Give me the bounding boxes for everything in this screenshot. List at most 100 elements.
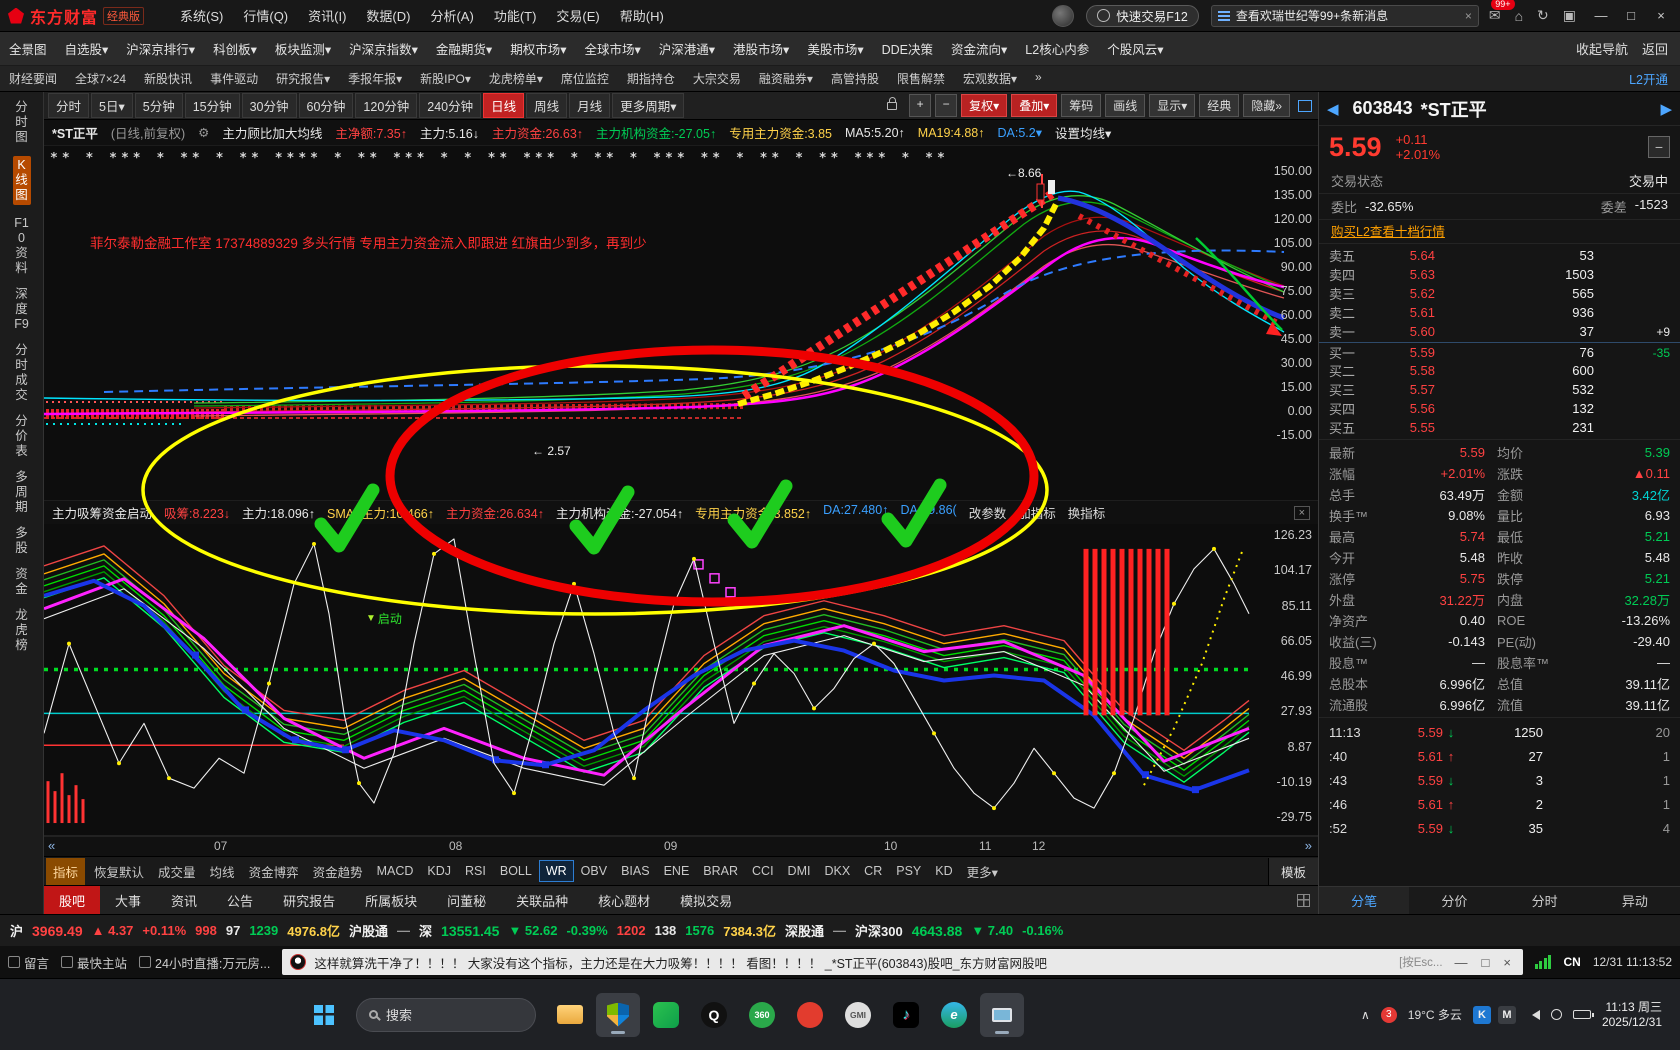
- order-row[interactable]: 卖二 5.61 936: [1319, 303, 1680, 322]
- index-field[interactable]: 1239: [249, 923, 278, 938]
- indicator-tab[interactable]: KDJ: [420, 860, 458, 882]
- l2-purchase-link[interactable]: 购买L2查看十档行情: [1319, 220, 1680, 244]
- tool-button[interactable]: 隐藏»: [1243, 94, 1290, 117]
- period-tab[interactable]: 月线: [569, 93, 611, 118]
- indicator-tab[interactable]: BRAR: [696, 860, 745, 882]
- indicator-tab[interactable]: 指标: [46, 857, 86, 885]
- tool-button[interactable]: 经典: [1199, 94, 1240, 117]
- subnav-item[interactable]: 新股IPO▾: [411, 70, 480, 87]
- sidebar-item[interactable]: F10资料: [13, 216, 31, 276]
- period-tab[interactable]: 日线: [483, 93, 525, 118]
- indicator-tab[interactable]: MACD: [370, 860, 421, 882]
- taskbar-app-icon[interactable]: 360: [740, 993, 784, 1037]
- tool-button[interactable]: 筹码: [1061, 94, 1102, 117]
- window-control-button[interactable]: —: [1586, 8, 1616, 23]
- indicator-tab[interactable]: WR: [538, 860, 574, 882]
- nav-item[interactable]: DDE决策: [873, 39, 942, 58]
- taskbar-search[interactable]: 搜索: [356, 997, 536, 1032]
- nav-item[interactable]: 全球市场▾: [575, 39, 649, 58]
- nav-right-link[interactable]: 返回: [1642, 39, 1668, 58]
- search-close-icon[interactable]: ×: [1465, 9, 1472, 23]
- subnav-item[interactable]: 限售解禁: [888, 70, 954, 87]
- tray-app-icon[interactable]: K: [1472, 1005, 1491, 1024]
- index-field[interactable]: 1202: [617, 923, 646, 938]
- sidebar-item[interactable]: 多股: [13, 526, 31, 556]
- taskbar-app-icon[interactable]: [548, 993, 592, 1037]
- order-row[interactable]: 卖四 5.63 1503: [1319, 265, 1680, 284]
- index-field[interactable]: —: [833, 923, 846, 938]
- tool-button[interactable]: 叠加▾: [1011, 94, 1058, 117]
- order-row[interactable]: 卖一 5.60 37 +9: [1319, 322, 1680, 341]
- order-row[interactable]: 卖五 5.64 53: [1319, 246, 1680, 265]
- index-field[interactable]: 4976.8亿: [287, 921, 340, 940]
- period-tab[interactable]: 更多周期▾: [612, 93, 685, 118]
- subnav-item[interactable]: 龙虎榜单▾: [480, 70, 552, 87]
- nav-item[interactable]: 沪深京排行▾: [117, 39, 204, 58]
- period-tab[interactable]: 15分钟: [184, 93, 240, 118]
- refresh-icon[interactable]: ↻: [1537, 7, 1549, 24]
- indicator-tab[interactable]: DMI: [781, 860, 818, 882]
- assistant-icon[interactable]: [1052, 4, 1075, 27]
- sidebar-item[interactable]: 龙虎榜: [13, 608, 31, 653]
- mail-icon[interactable]: ✉ 99+: [1489, 0, 1515, 24]
- index-field[interactable]: 沪: [10, 921, 23, 940]
- nav-item[interactable]: 全景图: [0, 39, 56, 58]
- index-field[interactable]: -0.16%: [1022, 923, 1063, 938]
- l2-open-link[interactable]: L2开通: [1629, 69, 1680, 88]
- indicator-tab[interactable]: BOLL: [493, 860, 539, 882]
- index-field[interactable]: ▼ 7.40: [971, 923, 1013, 938]
- order-row[interactable]: 卖三 5.62 565: [1319, 284, 1680, 303]
- index-field[interactable]: 4643.88: [912, 923, 963, 939]
- sidebar-item[interactable]: 多周期: [13, 470, 31, 515]
- tool-button[interactable]: 画线: [1105, 94, 1146, 117]
- layout-icon[interactable]: ▣: [1563, 7, 1576, 24]
- tray-app-icon[interactable]: M: [1497, 1005, 1516, 1024]
- close-indicator-icon[interactable]: ×: [1293, 505, 1310, 520]
- menu-item[interactable]: 分析(A): [430, 6, 473, 25]
- indicator-tab[interactable]: DKX: [817, 860, 857, 882]
- subnav-item[interactable]: 大宗交易: [684, 70, 750, 87]
- window-control-button[interactable]: ×: [1646, 8, 1676, 23]
- sidebar-item[interactable]: K线图: [12, 156, 31, 205]
- menu-item[interactable]: 功能(T): [494, 6, 537, 25]
- index-field[interactable]: 998: [195, 923, 217, 938]
- sidebar-item[interactable]: 分时图: [13, 100, 31, 145]
- subnav-item[interactable]: 融资融券▾: [750, 70, 822, 87]
- status-link[interactable]: 留言: [8, 953, 49, 972]
- taskbar-app-icon[interactable]: [596, 992, 640, 1037]
- subnav-item[interactable]: 季报年报▾: [339, 70, 411, 87]
- bottom-tab[interactable]: 问董秘: [432, 886, 501, 915]
- period-tab[interactable]: 60分钟: [298, 93, 354, 118]
- status-link[interactable]: 24小时直播:万元房...: [139, 953, 270, 972]
- index-field[interactable]: ▲ 4.37: [92, 923, 134, 938]
- nav-item[interactable]: 美股市场▾: [798, 39, 872, 58]
- nav-item[interactable]: 资金流向▾: [942, 39, 1016, 58]
- panel-grid-icon[interactable]: [1297, 893, 1310, 907]
- taskbar-app-icon[interactable]: GMI: [836, 993, 880, 1037]
- tool-button[interactable]: +: [909, 94, 932, 117]
- period-tab[interactable]: 5分钟: [134, 93, 183, 118]
- indicator-tab[interactable]: 恢复默认: [87, 858, 151, 885]
- index-field[interactable]: 3969.49: [32, 923, 83, 939]
- bottom-tab[interactable]: 所属板块: [350, 886, 432, 915]
- menu-item[interactable]: 资讯(I): [308, 6, 346, 25]
- order-row[interactable]: 买一 5.59 76 -35: [1319, 342, 1680, 361]
- nav-item[interactable]: 金融期货▾: [427, 39, 501, 58]
- news-window-control[interactable]: —: [1455, 955, 1468, 970]
- taskbar-clock[interactable]: 11:13 周三 2025/12/31: [1602, 1000, 1662, 1030]
- notification-badge[interactable]: 3: [1380, 1006, 1397, 1023]
- indicator-tab[interactable]: 均线: [203, 858, 242, 885]
- expand-icon[interactable]: [1298, 99, 1312, 112]
- indicator-tab[interactable]: 更多▾: [960, 858, 1005, 885]
- next-stock-arrow[interactable]: ▶: [1660, 100, 1672, 118]
- bottom-tab[interactable]: 关联品种: [501, 886, 583, 915]
- quote-tab[interactable]: 分时: [1500, 887, 1590, 914]
- lock-icon[interactable]: [887, 96, 898, 110]
- index-field[interactable]: 深股通: [785, 921, 824, 940]
- subnav-item[interactable]: 全球7×24: [66, 70, 135, 87]
- indicator-tab[interactable]: PSY: [889, 860, 928, 882]
- subnav-item[interactable]: 事件驱动: [201, 70, 267, 87]
- sidebar-item[interactable]: 深度F9: [13, 287, 31, 332]
- nav-item[interactable]: 科创板▾: [204, 39, 266, 58]
- taskbar-app-icon[interactable]: [980, 992, 1024, 1037]
